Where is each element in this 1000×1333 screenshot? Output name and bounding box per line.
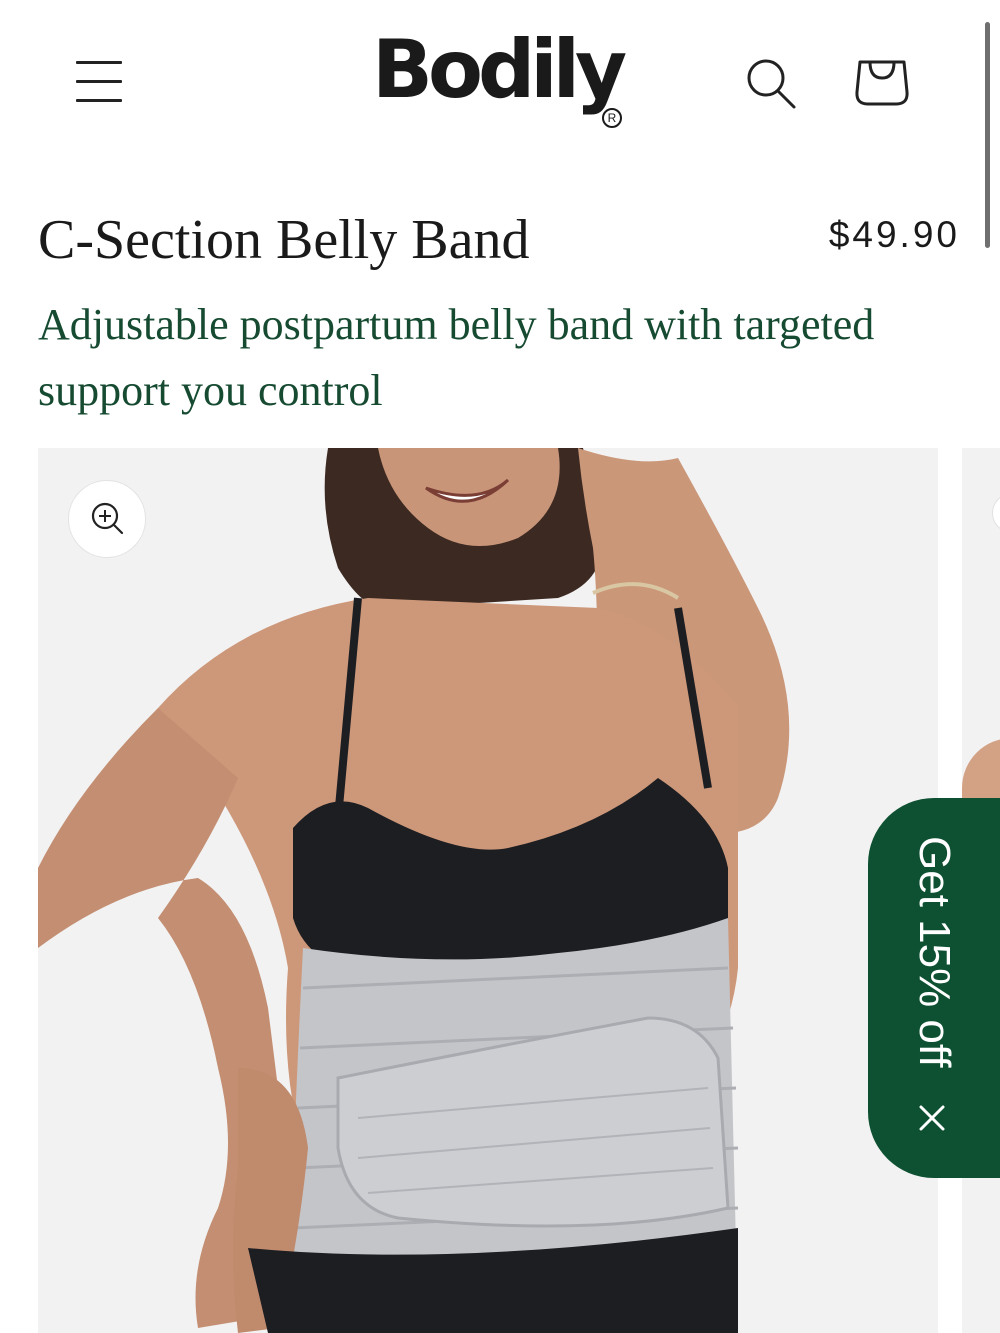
- search-button[interactable]: [742, 54, 800, 112]
- discount-label: Get 15% off: [910, 836, 959, 1068]
- product-subtitle: Adjustable postpartum belly band with ta…: [38, 300, 875, 415]
- search-icon: [747, 59, 796, 109]
- shopping-bag-icon: [855, 60, 909, 106]
- product-photo: [38, 448, 790, 1333]
- menu-icon-bar: [76, 99, 122, 102]
- discount-close-button[interactable]: [914, 1100, 950, 1136]
- zoom-in-icon: [91, 502, 124, 535]
- discount-tab[interactable]: Get 15% off: [868, 798, 1000, 1178]
- brand-logo[interactable]: Bodily R: [372, 22, 632, 132]
- menu-icon-bar: [76, 80, 122, 83]
- menu-button[interactable]: [72, 55, 128, 107]
- product-image-slide[interactable]: [38, 448, 938, 1333]
- brand-name: Bodily: [372, 23, 627, 116]
- next-slide-zoom-button: [992, 493, 1000, 533]
- registered-mark: R: [602, 108, 622, 128]
- cart-button[interactable]: [852, 52, 912, 112]
- site-header: Bodily R: [0, 0, 1000, 170]
- product-page: Bodily R C-Section Belly Band $49.90 Adj…: [0, 0, 1000, 1333]
- close-icon: [919, 1105, 945, 1131]
- product-price: $49.90: [828, 214, 960, 255]
- product-title: C-Section Belly Band: [38, 209, 530, 271]
- menu-icon-bar: [76, 61, 122, 64]
- page-scrollbar[interactable]: [985, 22, 990, 248]
- zoom-button[interactable]: [68, 480, 146, 558]
